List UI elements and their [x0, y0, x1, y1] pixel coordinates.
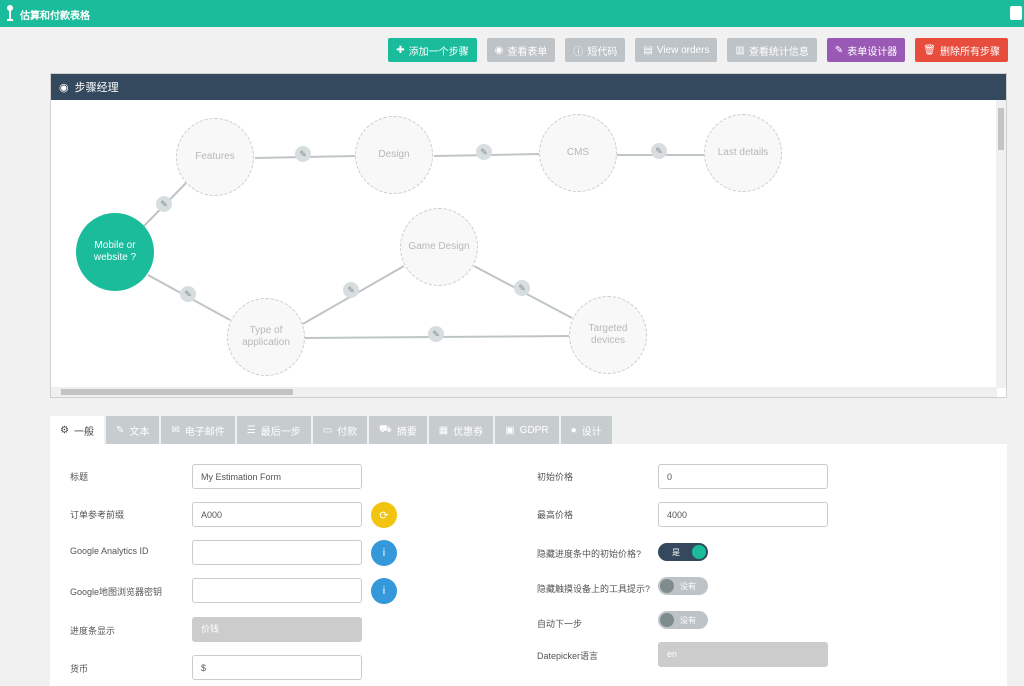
- app-header: 估算和付款表格: [0, 0, 1024, 27]
- eye-icon: ◉: [494, 44, 504, 56]
- gmaps-input[interactable]: [192, 578, 362, 603]
- title-label: 标题: [70, 472, 89, 482]
- progress-label: 进度条显示: [70, 626, 116, 636]
- credit-card-icon: ▭: [322, 424, 333, 436]
- init-price-input[interactable]: [658, 464, 828, 489]
- edit-icon: ✎: [115, 424, 125, 436]
- edit-link-icon[interactable]: ✎: [343, 282, 359, 298]
- step-node-design[interactable]: Design: [355, 116, 433, 194]
- step-node-features[interactable]: Features: [176, 118, 254, 196]
- tab-email[interactable]: ✉ 电子邮件: [161, 416, 235, 444]
- grid-icon: ▦: [438, 424, 449, 436]
- step-node-cms[interactable]: CMS: [539, 114, 617, 192]
- hide-tooltips-toggle[interactable]: 没有: [658, 577, 708, 595]
- panel-header: ◉ 步骤经理: [51, 74, 1006, 100]
- app-logo-icon: [7, 5, 13, 21]
- step-node-targeted[interactable]: Targeted devices: [569, 296, 647, 374]
- ga-label: Google Analytics ID: [70, 546, 149, 556]
- view-form-button[interactable]: ◉ 查看表单: [486, 38, 556, 62]
- tab-texts[interactable]: ✎ 文本: [105, 416, 160, 444]
- trash-icon: 🗑: [923, 44, 936, 56]
- horizontal-scrollbar[interactable]: [51, 387, 997, 397]
- calendar-icon[interactable]: [1010, 6, 1022, 20]
- order-prefix-input[interactable]: [192, 502, 362, 527]
- steps-manager-panel: ◉ 步骤经理 Mobile or website ? Features Desi…: [50, 73, 1007, 398]
- ga-info-button[interactable]: i: [371, 540, 397, 566]
- envelope-icon: ✉: [171, 424, 180, 436]
- form-designer-button[interactable]: ✎ 表单设计器: [826, 38, 906, 62]
- shortcode-button[interactable]: ⓘ 短代码: [565, 38, 626, 62]
- toolbar: ✚ 添加一个步骤 ◉ 查看表单 ⓘ 短代码 ▤ View orders ▥ 查看…: [388, 38, 1008, 62]
- hide-init-price-label: 隐藏进度条中的初始价格?: [537, 549, 642, 559]
- scroll-thumb[interactable]: [998, 108, 1004, 150]
- tab-coupons[interactable]: ▦ 优惠券: [428, 416, 494, 444]
- refresh-button[interactable]: ⟳: [371, 502, 397, 528]
- tab-design[interactable]: ● 设计: [560, 416, 612, 444]
- currency-label: 货币: [70, 664, 89, 674]
- step-node-last-details[interactable]: Last details: [704, 114, 782, 192]
- step-node-type-app[interactable]: Type of application: [227, 298, 305, 376]
- datepicker-label: Datepicker语言: [537, 651, 599, 661]
- cart-icon: ⛟: [379, 423, 392, 435]
- bar-chart-icon: ▥: [735, 44, 745, 56]
- progress-select[interactable]: 价钱: [192, 617, 362, 642]
- edit-link-icon[interactable]: ✎: [156, 196, 172, 212]
- hide-init-price-toggle[interactable]: 是: [658, 543, 708, 561]
- edit-link-icon[interactable]: ✎: [428, 326, 444, 342]
- step-node-mobile[interactable]: Mobile or website ?: [76, 213, 154, 291]
- magic-wand-icon: ✎: [834, 44, 844, 56]
- info-icon: ⓘ: [573, 46, 584, 58]
- tab-payment[interactable]: ▭ 付款: [312, 416, 368, 444]
- auto-next-toggle[interactable]: 没有: [658, 611, 708, 629]
- scroll-thumb[interactable]: [61, 389, 293, 395]
- init-price-label: 初始价格: [537, 472, 574, 482]
- edit-link-icon[interactable]: ✎: [651, 143, 667, 159]
- list-icon: ☰: [246, 424, 256, 436]
- settings-tabs: ⚙ 一般 ✎ 文本 ✉ 电子邮件 ☰ 最后一步 ▭ 付款 ⛟ 摘要 ▦ 优惠券 ▣ GDPR ●…: [50, 416, 614, 444]
- edit-link-icon[interactable]: ✎: [295, 146, 311, 162]
- app-title: 估算和付款表格: [20, 11, 90, 22]
- general-settings-form: 标题 订单参考前缀 ⟳ Google Analytics ID i Google…: [50, 444, 1007, 686]
- edit-link-icon[interactable]: ✎: [476, 144, 492, 160]
- view-stats-button[interactable]: ▥ 查看统计信息: [727, 38, 817, 62]
- eye-icon: ◉: [59, 81, 69, 94]
- edit-link-icon[interactable]: ✎: [180, 286, 196, 302]
- auto-next-label: 自动下一步: [537, 619, 583, 629]
- step-node-game-design[interactable]: Game Design: [400, 208, 478, 286]
- steps-canvas[interactable]: Mobile or website ? Features Design CMS …: [51, 100, 997, 388]
- tab-summary[interactable]: ⛟ 摘要: [369, 416, 427, 444]
- vertical-scrollbar[interactable]: [996, 100, 1006, 388]
- gmaps-info-button[interactable]: i: [371, 578, 397, 604]
- tab-last-step[interactable]: ☰ 最后一步: [236, 416, 311, 444]
- tab-general[interactable]: ⚙ 一般: [50, 416, 104, 444]
- ga-input[interactable]: [192, 540, 362, 565]
- delete-all-steps-button[interactable]: 🗑 删除所有步骤: [915, 38, 1008, 62]
- tab-gdpr[interactable]: ▣ GDPR: [495, 416, 559, 444]
- order-prefix-label: 订单参考前缀: [70, 510, 125, 520]
- view-orders-button[interactable]: ▤ View orders: [635, 38, 718, 62]
- droplet-icon: ●: [570, 424, 577, 436]
- panel-title: 步骤经理: [74, 82, 119, 94]
- currency-input[interactable]: [192, 655, 362, 680]
- gmaps-label: Google地图浏览器密钥: [70, 587, 163, 597]
- plus-icon: ✚: [396, 44, 405, 56]
- add-step-button[interactable]: ✚ 添加一个步骤: [388, 38, 477, 62]
- max-price-label: 最高价格: [537, 510, 574, 520]
- hide-tooltips-label: 隐藏触摸设备上的工具提示?: [537, 584, 651, 594]
- datepicker-select[interactable]: en: [658, 642, 828, 667]
- list-icon: ▤: [643, 44, 653, 56]
- title-input[interactable]: [192, 464, 362, 489]
- lock-icon: ▣: [505, 424, 515, 436]
- gear-icon: ⚙: [60, 424, 69, 436]
- edit-link-icon[interactable]: ✎: [514, 280, 530, 296]
- max-price-input[interactable]: [658, 502, 828, 527]
